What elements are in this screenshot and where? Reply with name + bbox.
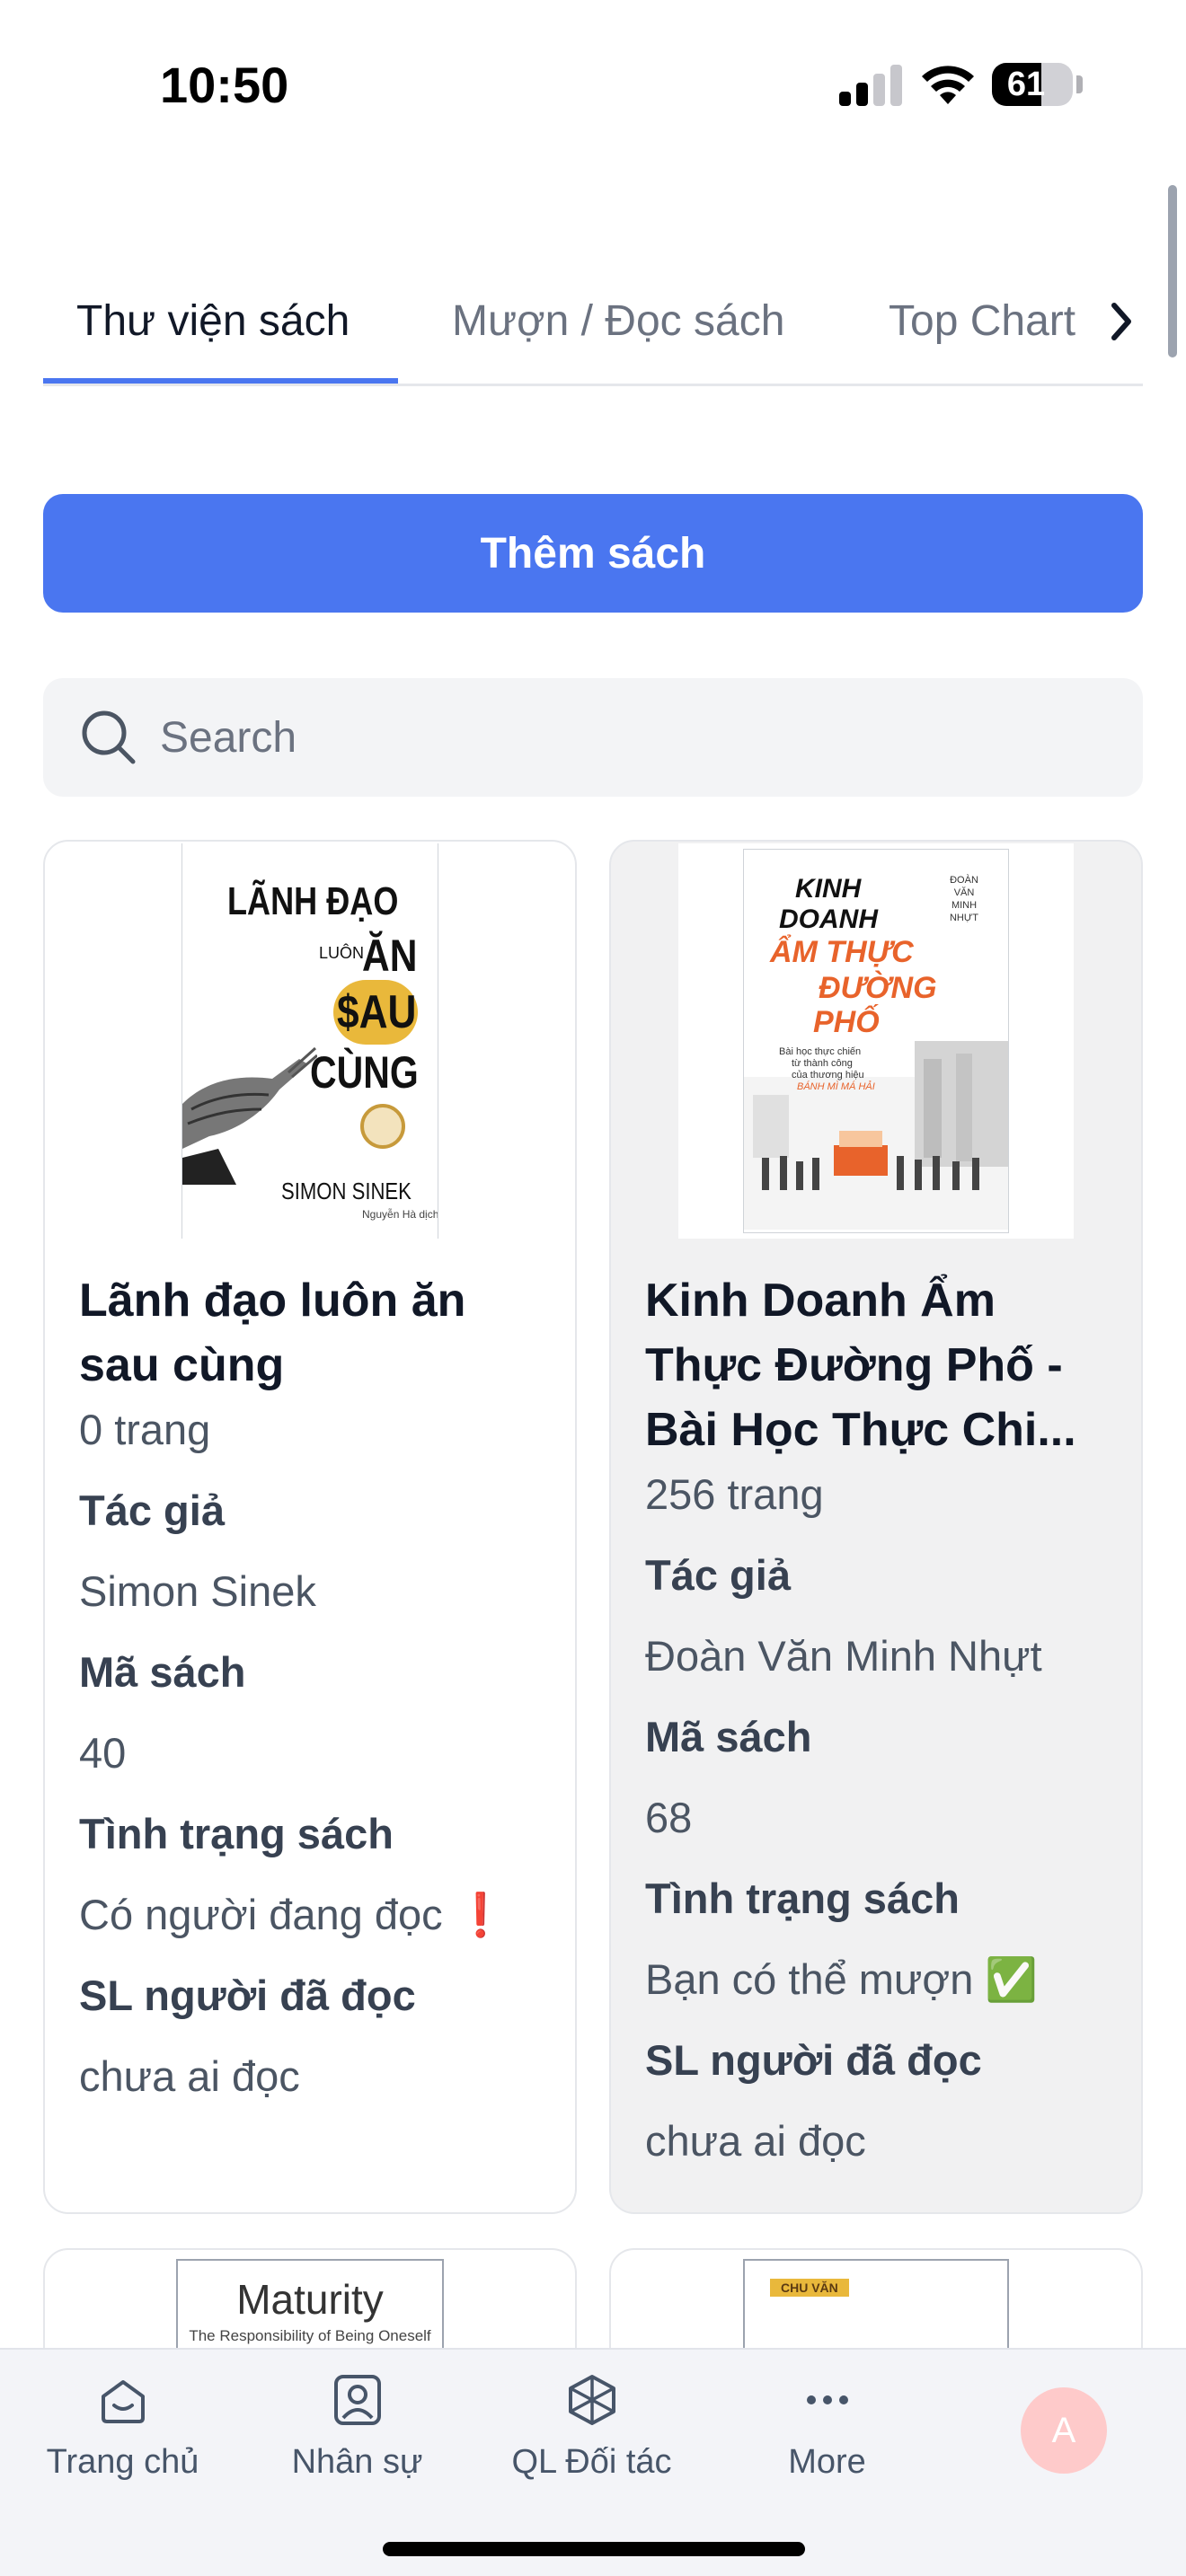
cover-translator: Nguyễn Hà dịch <box>362 1208 438 1221</box>
search-input[interactable] <box>160 678 1112 797</box>
nav-item-more[interactable]: More <box>726 2350 928 2484</box>
cover-title: Maturity <box>236 2276 384 2323</box>
book-title: Lãnh đạo luôn ăn sau cùng <box>79 1275 466 1391</box>
tab-top-chart[interactable]: Top Chart <box>889 296 1075 346</box>
cover-title-line: $AU <box>337 986 417 1038</box>
cover-title-line: ĂN <box>362 931 418 981</box>
cover-title-line: LÃNH ĐẠO <box>227 879 399 923</box>
cover-title-line: PHỐ <box>813 1005 880 1039</box>
cover-title-line: KINH <box>795 874 862 904</box>
readers-label: SL người đã đọc <box>645 2036 982 2084</box>
nav-label: Trang chủ <box>46 2443 199 2481</box>
nav-label: Nhân sự <box>291 2443 423 2481</box>
book-code-value: 40 <box>79 1729 127 1777</box>
wifi-icon <box>922 66 974 104</box>
nav-label: QL Đối tác <box>511 2443 672 2481</box>
book-info: Lãnh đạo luôn ăn sau cùng 0 trang Tác gi… <box>79 1268 548 2109</box>
book-code-value: 68 <box>645 1794 693 1841</box>
cover-brand: BÁNH MÌ MÁ HẢI <box>797 1081 875 1092</box>
cover-title-line: ẨM THỰC <box>770 935 914 969</box>
book-cover-image: KINH DOANH ẨM THỰC ĐƯỜNG PHỐ ĐOÀN VĂN MI… <box>678 843 1074 1239</box>
cover-subtitle: The Responsibility of Being Oneself <box>189 2327 431 2344</box>
search-icon <box>82 710 136 764</box>
nav-item-staff[interactable]: Nhân sự <box>256 2350 458 2484</box>
cover-author: SIMON SINEK <box>281 1178 412 1204</box>
status-label: Tình trạng sách <box>645 1875 960 1922</box>
scroll-indicator[interactable] <box>1168 185 1177 357</box>
battery-percentage: 61 <box>1006 66 1046 103</box>
battery-tip <box>1076 75 1083 93</box>
cover-subtitle-line: của thương hiệu <box>792 1070 864 1081</box>
author-value: Đoàn Văn Minh Nhựt <box>645 1632 1042 1680</box>
nav-label: More <box>788 2443 866 2481</box>
book-card[interactable]: KINH DOANH ẨM THỰC ĐƯỜNG PHỐ ĐOÀN VĂN MI… <box>609 840 1143 2214</box>
book-title: Kinh Doanh Ẩm Thực Đường Phố - Bài Học T… <box>645 1275 1076 1456</box>
status-time: 10:50 <box>160 57 289 113</box>
tab-active-underline <box>43 378 398 384</box>
partner-cube-icon <box>568 2375 615 2425</box>
person-badge-icon <box>333 2375 381 2425</box>
tab-borrow-read[interactable]: Mượn / Đọc sách <box>452 296 784 346</box>
cover-tag: CHU VĂN <box>770 2279 849 2297</box>
book-code-label: Mã sách <box>79 1648 246 1696</box>
status-label: Tình trạng sách <box>79 1810 394 1857</box>
book-cover-container: KINH DOANH ẨM THỰC ĐƯỜNG PHỐ ĐOÀN VĂN MI… <box>611 842 1141 1239</box>
book-code-label: Mã sách <box>645 1713 812 1760</box>
readers-label: SL người đã đọc <box>79 1972 416 2019</box>
status-bar: 10:50 61 <box>0 0 1186 171</box>
cover-title-line: ĐƯỜNG <box>819 971 937 1005</box>
add-book-button[interactable]: Thêm sách <box>43 494 1143 613</box>
book-card[interactable]: LÃNH ĐẠO LUÔN ĂN $AU CÙNG SIMON SINEK Ng… <box>43 840 577 2214</box>
cover-subtitle-line: từ thành công <box>792 1058 853 1069</box>
readers-value: chưa ai đọc <box>79 2052 300 2100</box>
cover-title-line: CÙNG <box>310 1047 419 1098</box>
avatar[interactable]: A <box>1021 2387 1107 2474</box>
book-pages: 0 trang <box>79 1406 211 1453</box>
book-pages: 256 trang <box>645 1470 824 1518</box>
author-label: Tác giả <box>645 1551 791 1599</box>
book-cover-image: LÃNH ĐẠO LUÔN ĂN $AU CÙNG SIMON SINEK Ng… <box>181 843 438 1239</box>
cover-award-badge <box>360 1104 405 1149</box>
status-value: Có người đang đọc ❗ <box>79 1891 508 1938</box>
tab-bar: Thư viện sách Mượn / Đọc sách Top Chart <box>43 278 1143 386</box>
cover-title-line: DOANH <box>779 904 878 934</box>
home-icon <box>101 2380 145 2423</box>
tab-library[interactable]: Thư viện sách <box>76 296 350 346</box>
chevron-right-icon[interactable] <box>1103 295 1139 348</box>
book-info: Kinh Doanh Ẩm Thực Đường Phố - Bài Học T… <box>645 1268 1114 2174</box>
readers-value: chưa ai đọc <box>645 2117 866 2165</box>
author-label: Tác giả <box>79 1486 225 1534</box>
book-cover-container: LÃNH ĐẠO LUÔN ĂN $AU CÙNG SIMON SINEK Ng… <box>45 842 575 1239</box>
nav-item-home[interactable]: Trang chủ <box>22 2350 224 2484</box>
nav-item-partners[interactable]: QL Đối tác <box>491 2350 693 2484</box>
cellular-signal-icon <box>839 65 902 106</box>
author-value: Simon Sinek <box>79 1567 316 1615</box>
more-dots-icon <box>806 2395 848 2404</box>
search-bar <box>43 678 1143 797</box>
cover-author: ĐOÀN VĂN MINH NHỰT <box>949 875 978 923</box>
home-indicator <box>383 2542 805 2556</box>
status-value: Bạn có thể mượn ✅ <box>645 1955 1038 2003</box>
cover-subtitle: Bài học thực chiến từ thành công của thư… <box>779 1046 875 1093</box>
cover-subtitle-line: Bài học thực chiến <box>779 1046 862 1057</box>
cover-hand-fork-illustration <box>182 1046 317 1185</box>
battery-icon: 61 <box>992 63 1073 106</box>
cover-title-small: LUÔN <box>319 944 365 962</box>
